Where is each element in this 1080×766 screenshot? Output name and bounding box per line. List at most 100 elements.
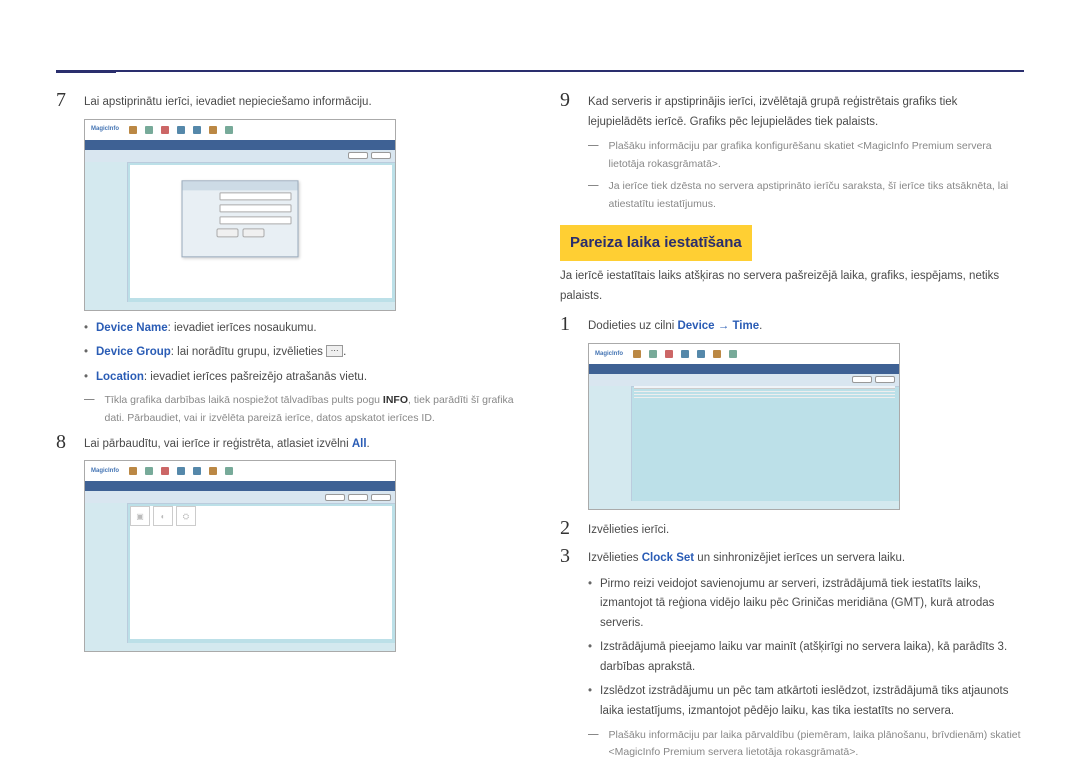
step-7: 7 Lai apstiprinātu ierīci, ievadiet nepi… [56, 90, 520, 113]
note-info-remote: ― Tīkla grafika darbības laikā nospiežot… [84, 392, 520, 428]
ss-sidebar [85, 503, 128, 651]
nav-icon [225, 467, 233, 475]
bullet-location: Location: ievadiet ierīces pašreizējo at… [84, 368, 520, 388]
nav-icon [129, 126, 137, 134]
step1-time: Time [732, 320, 759, 332]
nav-icon [225, 126, 233, 134]
note-text: Plašāku informāciju par grafika konfigur… [609, 138, 1025, 174]
toolbar-pill [325, 494, 345, 501]
step-text: Lai pārbaudītu, vai ierīce ir reģistrēta… [84, 432, 520, 455]
step-number: 9 [560, 90, 574, 110]
nav-icon [145, 467, 153, 475]
nav-icon [209, 126, 217, 134]
section-intro: Ja ierīcē iestatītais laiks atšķiras no … [560, 267, 1024, 306]
dash-icon: ― [588, 727, 599, 763]
nav-icon [209, 467, 217, 475]
dash-icon: ― [588, 178, 599, 214]
ss-toolbar [85, 150, 395, 163]
time-step-1: 1 Dodieties uz cilni Device → Time. [560, 314, 1024, 337]
ss-topbar: MagicInfo [85, 120, 395, 140]
nav-icon [161, 467, 169, 475]
step1-arrow: → [715, 320, 733, 332]
note-text: Tīkla grafika darbības laikā nospiežot t… [105, 392, 521, 428]
nav-icon [681, 350, 689, 358]
step1-device: Device [677, 320, 714, 332]
time-step-3: 3 Izvēlieties Clock Set un sinhronizējie… [560, 546, 1024, 569]
note-reset: ― Ja ierīce tiek dzēsta no servera apsti… [588, 178, 1024, 214]
time-step-2: 2 Izvēlieties ierīci. [560, 518, 1024, 541]
device-time-grid [634, 386, 895, 398]
ss-logo: MagicInfo [595, 349, 623, 359]
dlg-ok [216, 228, 238, 237]
tile-icon: ▣ [130, 506, 150, 526]
toolbar-pill [348, 494, 368, 501]
nav-icon [193, 126, 201, 134]
step-text: Lai apstiprinātu ierīci, ievadiet nepiec… [84, 90, 520, 113]
nav-icon [713, 350, 721, 358]
screenshot-device-approve: MagicInfo [84, 119, 396, 311]
step1-b: . [759, 320, 762, 332]
note-text: Ja ierīce tiek dzēsta no servera apstipr… [609, 178, 1025, 214]
toolbar-pill [371, 494, 391, 501]
nav-icon [697, 350, 705, 358]
dlg-input-loc [220, 216, 292, 224]
ss-top-icons [129, 467, 233, 475]
nav-icon [177, 126, 185, 134]
step-text: Izvēlieties ierīci. [588, 518, 1024, 541]
tile-icon: ◐ [153, 506, 173, 526]
nav-icon [665, 350, 673, 358]
section-heading: Pareiza laika iestatīšana [560, 225, 752, 261]
step-text: Izvēlieties Clock Set un sinhronizējiet … [588, 546, 1024, 569]
heading-wrapper: Pareiza laika iestatīšana [560, 217, 1024, 267]
step8-all-label: All [352, 438, 367, 450]
step-number: 3 [560, 546, 574, 566]
ss-tabbar [589, 364, 899, 374]
toolbar-pill [348, 152, 368, 159]
approve-dialog [182, 180, 299, 257]
ss-top-icons [129, 126, 233, 134]
toolbar-pill [852, 376, 872, 383]
note-part-a: Tīkla grafika darbības laikā nospiežot t… [105, 394, 383, 406]
ss-sidebar [589, 386, 632, 509]
nav-icon [129, 467, 137, 475]
step8-part-b: . [367, 438, 370, 450]
device-tiles: ▣ ◐ ⛭ [130, 506, 196, 526]
header-long-rule [56, 70, 1024, 72]
bullet-change: Izstrādājumā pieejamo laiku var mainīt (… [588, 638, 1024, 677]
ss-status [85, 302, 395, 310]
ss-toolbar [85, 491, 395, 504]
step-number: 1 [560, 314, 574, 334]
bullet-device-name: Device Name: ievadiet ierīces nosaukumu. [84, 319, 520, 339]
step-number: 8 [56, 432, 70, 452]
ss-topbar: MagicInfo [589, 344, 899, 364]
ss-logo: MagicInfo [91, 466, 119, 476]
step-text: Kad serveris ir apstiprinājis ierīci, iz… [588, 90, 1024, 132]
ss-top-icons [633, 350, 737, 358]
dash-icon: ― [84, 392, 95, 428]
ss-status [85, 643, 395, 651]
dlg-cancel [242, 228, 264, 237]
bullet-gmt: Pirmo reizi veidojot savienojumu ar serv… [588, 575, 1024, 634]
screenshot-time-list: MagicInfo [588, 343, 900, 510]
ss-status [589, 501, 899, 509]
nav-icon [649, 350, 657, 358]
field-desc-end: . [343, 346, 346, 358]
nav-icon [161, 126, 169, 134]
left-column: 7 Lai apstiprinātu ierīci, ievadiet nepi… [56, 90, 520, 766]
note-text: Plašāku informāciju par laika pārvaldību… [609, 727, 1025, 763]
bullet-restore: Izslēdzot izstrādājumu un pēc tam atkārt… [588, 682, 1024, 721]
nav-icon [145, 126, 153, 134]
step3-b: un sinhronizējiet ierīces un servera lai… [694, 552, 905, 564]
toolbar-pill [875, 376, 895, 383]
field-label: Location [96, 371, 144, 383]
bullet-list-time-notes: Pirmo reizi veidojot savienojumu ar serv… [588, 575, 1024, 722]
nav-icon [729, 350, 737, 358]
note-config-manual: ― Plašāku informāciju par grafika konfig… [588, 138, 1024, 174]
nav-icon [177, 467, 185, 475]
step3-clock: Clock Set [642, 552, 694, 564]
bullet-device-group: Device Group: lai norādītu grupu, izvēli… [84, 343, 520, 363]
ss-sidebar [85, 162, 128, 310]
bullet-list-fields: Device Name: ievadiet ierīces nosaukumu.… [84, 319, 520, 388]
right-column: 9 Kad serveris ir apstiprinājis ierīci, … [560, 90, 1024, 766]
step-number: 2 [560, 518, 574, 538]
